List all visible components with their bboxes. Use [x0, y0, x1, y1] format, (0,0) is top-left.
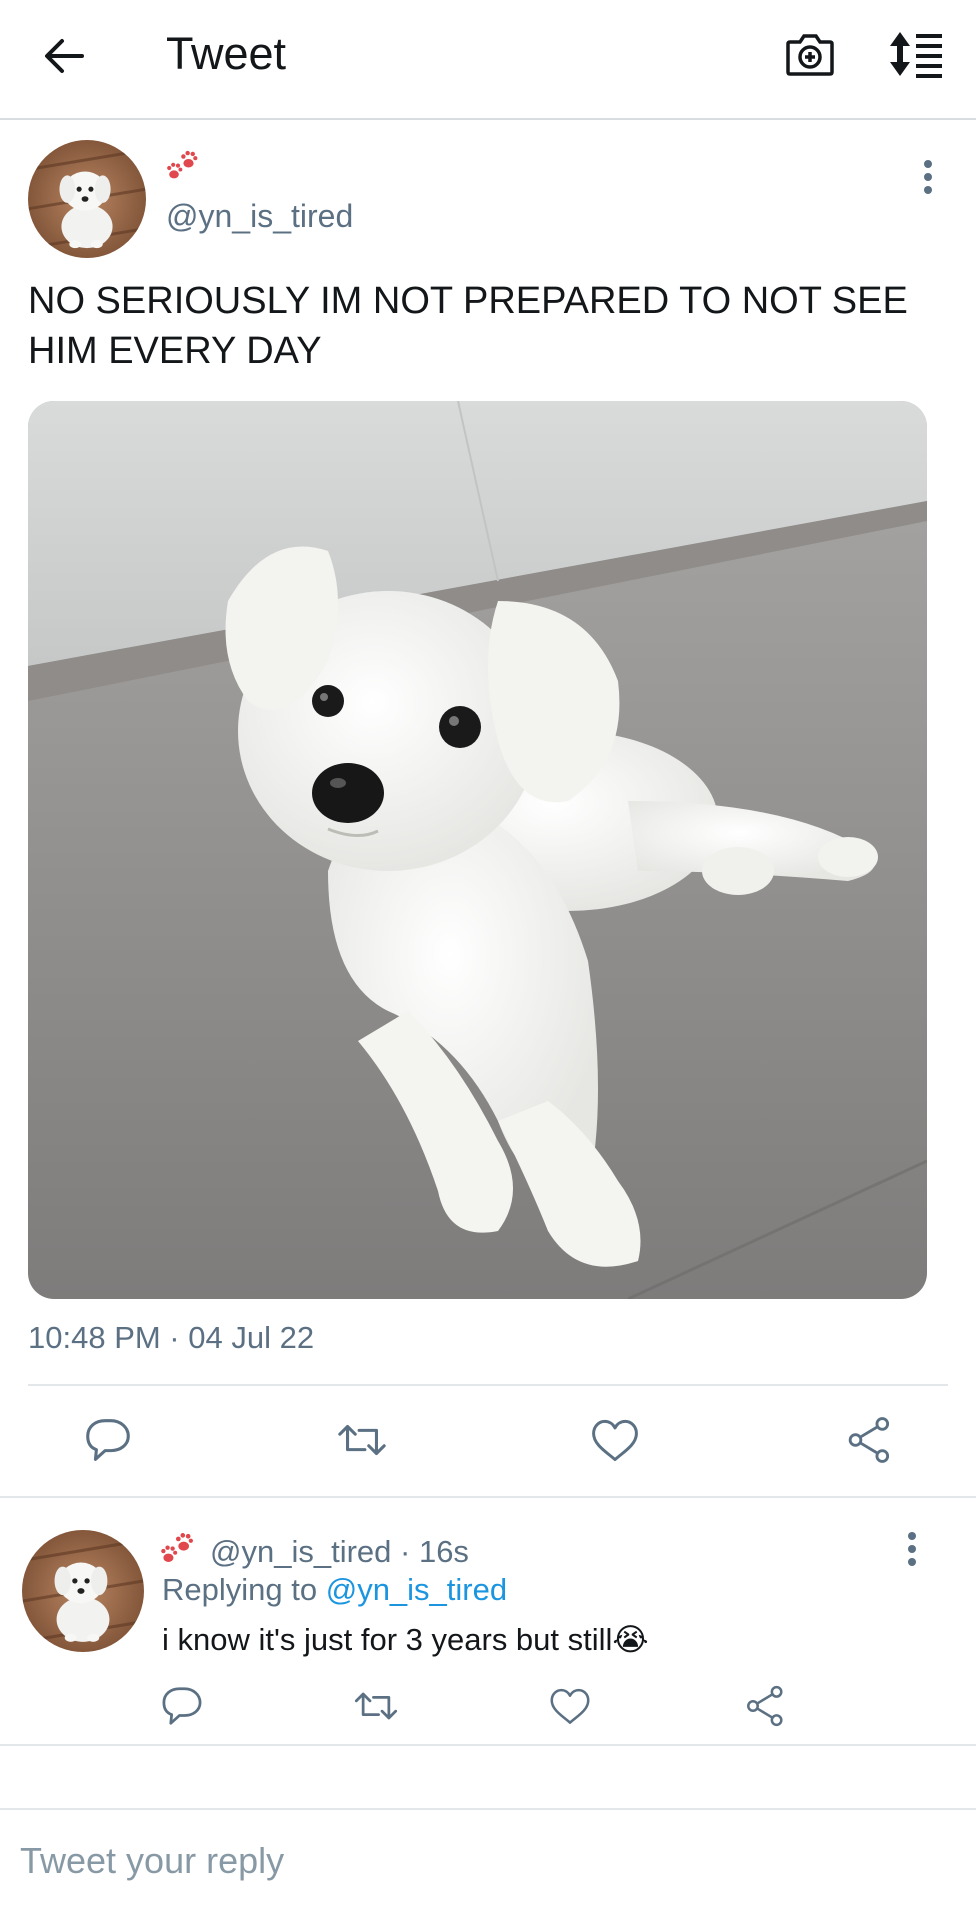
reply-input-placeholder[interactable]: Tweet your reply: [20, 1840, 284, 1882]
dog-photo: [28, 401, 927, 1299]
more-options-icon[interactable]: [918, 158, 938, 198]
reply-text: i know it's just for 3 years but still: [162, 1622, 613, 1657]
paw-icon: [161, 1533, 193, 1562]
reply-compose-bar[interactable]: Tweet your reply: [0, 1808, 976, 1922]
crying-emoji: 😭: [612, 1622, 649, 1658]
page-title: Tweet: [166, 28, 287, 79]
author-handle[interactable]: @yn_is_tired: [166, 198, 353, 235]
retweet-icon: [338, 1424, 386, 1456]
reply-share-button[interactable]: [734, 1676, 794, 1736]
author-avatar[interactable]: [28, 140, 146, 258]
retweet-icon: [354, 1692, 398, 1720]
camera-add-icon: [786, 34, 834, 76]
reply-reply-button[interactable]: [152, 1676, 212, 1736]
divider: [28, 1384, 948, 1386]
replying-to-handle[interactable]: @yn_is_tired: [326, 1572, 507, 1607]
dog-avatar-image: [22, 1530, 144, 1652]
back-button[interactable]: [38, 30, 90, 82]
reply-author-avatar[interactable]: [22, 1530, 144, 1652]
paw-icon: [167, 150, 198, 179]
arrow-left-icon: [45, 39, 84, 73]
share-button[interactable]: [838, 1410, 898, 1470]
camera-button[interactable]: [784, 28, 836, 80]
reply-retweet-button[interactable]: [346, 1676, 406, 1736]
reply-button[interactable]: [78, 1410, 138, 1470]
sort-toggle-button[interactable]: [888, 28, 944, 80]
tweet-media[interactable]: [28, 401, 927, 1299]
reply-icon: [162, 1687, 202, 1725]
like-icon: [550, 1688, 590, 1724]
reply-like-button[interactable]: [540, 1676, 600, 1736]
reply-icon: [86, 1419, 130, 1461]
top-app-bar: Tweet: [0, 0, 976, 120]
reply-more-options-icon[interactable]: [902, 1530, 922, 1570]
reply-author-handle[interactable]: @yn_is_tired: [210, 1534, 391, 1569]
dog-avatar-image: [28, 140, 146, 258]
sort-list-icon: [890, 32, 942, 78]
reply-text-line: i know it's just for 3 years but still😭: [162, 1622, 649, 1658]
like-icon: [592, 1419, 638, 1462]
tweet-timestamp: 10:48 PM · 04 Jul 22: [28, 1320, 315, 1355]
section-divider: [0, 1496, 976, 1498]
reply-time: · 16s: [400, 1534, 469, 1569]
replying-to-label: Replying to: [162, 1572, 318, 1607]
share-icon: [747, 1685, 783, 1727]
reply-header: @yn_is_tired · 16s: [210, 1534, 469, 1570]
like-button[interactable]: [585, 1410, 645, 1470]
tweet-text: NO SERIOUSLY IM NOT PREPARED TO NOT SEE …: [28, 280, 908, 372]
share-icon: [848, 1417, 890, 1463]
replying-to-line: Replying to @yn_is_tired: [162, 1572, 507, 1608]
retweet-button[interactable]: [332, 1410, 392, 1470]
section-divider: [0, 1744, 976, 1746]
